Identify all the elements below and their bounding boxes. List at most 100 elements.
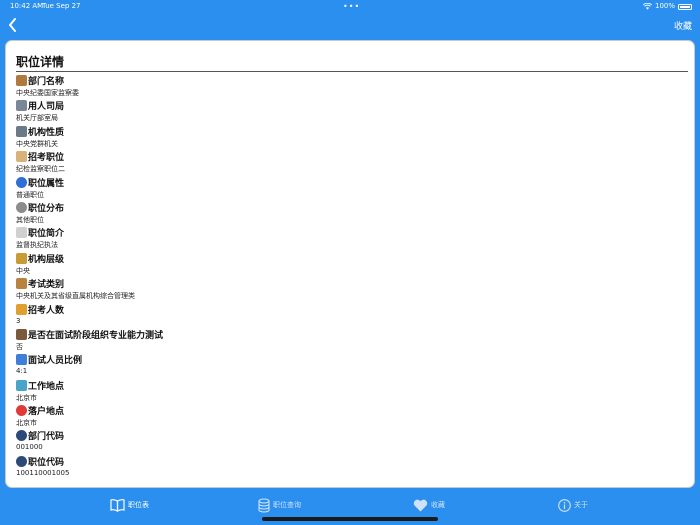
tab-about[interactable]: 关于 (558, 496, 588, 514)
home-indicator[interactable] (262, 517, 438, 521)
info-icon (558, 498, 571, 512)
field-value: 中央 (16, 266, 30, 275)
detail-row: 招考职位 纪检监察职位二 (16, 150, 686, 175)
status-time: 10:42 AM (10, 2, 44, 10)
detail-card: 职位详情 部门名称 中央纪委国家监察委 用人司局 机关厅部室局 机构性质 中央党群机关 招考… (5, 40, 695, 488)
field-value: 中央机关及其省级直属机构综合管理类 (16, 292, 135, 301)
bar-chart-icon (16, 354, 27, 366)
detail-row: 职位简介 监督执纪执法 (16, 226, 686, 251)
database-icon (258, 497, 270, 513)
field-value: 100110001005 (16, 468, 70, 477)
field-value: 北京市 (16, 419, 37, 428)
field-label-text: 招考职位 (28, 153, 65, 164)
page-title: 职位详情 (16, 55, 65, 69)
battery-percent: 100% (654, 2, 675, 10)
field-label: 机构性质 (16, 125, 64, 138)
field-label-text: 招考人数 (28, 305, 65, 316)
field-label-text: 机构性质 (28, 127, 65, 138)
field-label: 部门名称 (16, 74, 64, 87)
field-label: 招考人数 (16, 303, 64, 316)
field-label: 用人司局 (16, 99, 64, 112)
title-divider (16, 71, 688, 72)
tab-label: 关于 (574, 501, 588, 509)
field-value: 否 (16, 342, 23, 351)
field-label: 职位简介 (16, 226, 64, 239)
tab-label: 职位表 (128, 501, 149, 509)
field-label-text: 考试类别 (28, 280, 65, 291)
favorite-button[interactable]: 收藏 (674, 19, 692, 32)
classical-building-icon (16, 75, 27, 86)
detail-row: 是否在面试阶段组织专业能力测试否 (16, 328, 686, 353)
multitasking-dots-icon[interactable]: ••• (343, 0, 360, 13)
field-label: 是否在面试阶段组织专业能力测试 (16, 328, 163, 341)
detail-row: 职位代码 100110001005 (16, 455, 686, 480)
field-label: 职位代码 (16, 455, 64, 468)
heart-icon (413, 499, 428, 511)
detail-row: 招考人数 3 (16, 303, 686, 328)
field-value: 中央党群机关 (16, 139, 58, 148)
tab-position-query[interactable]: 职位查询 (258, 496, 301, 514)
field-label: 考试类别 (16, 277, 64, 290)
field-label-text: 面试人员比例 (28, 356, 83, 367)
people-tree-icon (16, 252, 27, 264)
blue-circle-icon (16, 176, 27, 188)
detective-icon (16, 328, 27, 340)
field-value: 001000 (16, 443, 43, 452)
world-map-icon (16, 379, 27, 391)
field-label: 面试人员比例 (16, 353, 82, 366)
field-label-text: 职位简介 (28, 229, 65, 240)
detail-row: 考试类别 中央机关及其省级直属机构综合管理类 (16, 277, 686, 302)
disk-icon (16, 201, 27, 213)
tab-position-table[interactable]: 职位表 (110, 496, 149, 514)
field-value: 机关厅部室局 (16, 114, 58, 123)
office-building-icon (16, 100, 27, 112)
detail-row: 用人司局 机关厅部室局 (16, 99, 686, 124)
field-label: 机构层级 (16, 252, 64, 265)
people-icon (16, 303, 27, 315)
field-value: 北京市 (16, 393, 37, 402)
status-date: Tue Sep 27 (42, 2, 81, 10)
field-label-text: 部门名称 (28, 77, 65, 87)
detail-row: 部门名称中央纪委国家监察委 (16, 74, 686, 99)
office-building-icon (16, 125, 27, 137)
detail-row: 面试人员比例 4:1 (16, 353, 686, 378)
field-value: 3 (16, 316, 21, 325)
status-right: 100% (642, 0, 692, 13)
detail-row: 机构性质 中央党群机关 (16, 125, 686, 150)
field-label-text: 用人司局 (28, 102, 65, 113)
field-value: 监督执纪执法 (16, 241, 58, 250)
round-pin-icon (16, 405, 27, 417)
back-chevron-icon[interactable] (6, 15, 20, 35)
tab-favorites[interactable]: 收藏 (413, 496, 445, 514)
field-label-text: 是否在面试阶段组织专业能力测试 (28, 330, 164, 341)
field-label: 职位分布 (16, 201, 64, 214)
field-label-text: 机构层级 (28, 254, 65, 265)
field-value: 中央纪委国家监察委 (16, 89, 79, 97)
document-icon (16, 227, 27, 239)
field-label-text: 职位代码 (28, 457, 65, 468)
books-icon (16, 278, 27, 290)
field-value: 其他职位 (16, 215, 44, 224)
field-value: 4:1 (16, 367, 28, 376)
wifi-icon (642, 3, 652, 10)
detail-row: 工作地点 北京市 (16, 379, 686, 404)
field-label-text: 职位属性 (28, 178, 65, 189)
field-label: 部门代码 (16, 429, 64, 442)
book-icon (110, 499, 125, 512)
detail-row: 职位属性 普通职位 (16, 176, 686, 201)
status-bar: 10:42 AM Tue Sep 27 ••• 100% (0, 0, 700, 13)
field-value: 普通职位 (16, 190, 44, 199)
globe-icon (16, 455, 27, 467)
field-label: 落户地点 (16, 404, 64, 417)
field-value: 纪检监察职位二 (16, 165, 65, 174)
navigation-bar: 收藏 (0, 13, 700, 39)
field-label: 职位属性 (16, 176, 64, 189)
field-label: 招考职位 (16, 150, 64, 163)
field-label-text: 职位分布 (28, 203, 65, 214)
field-list: 部门名称 中央纪委国家监察委 用人司局 机关厅部室局 机构性质 中央党群机关 招考职位 纪检监… (16, 74, 686, 480)
id-card-icon (16, 151, 27, 163)
globe-icon (16, 430, 27, 442)
detail-row: 落户地点 北京市 (16, 404, 686, 429)
battery-icon (678, 3, 692, 10)
tab-label: 职位查询 (273, 501, 301, 509)
